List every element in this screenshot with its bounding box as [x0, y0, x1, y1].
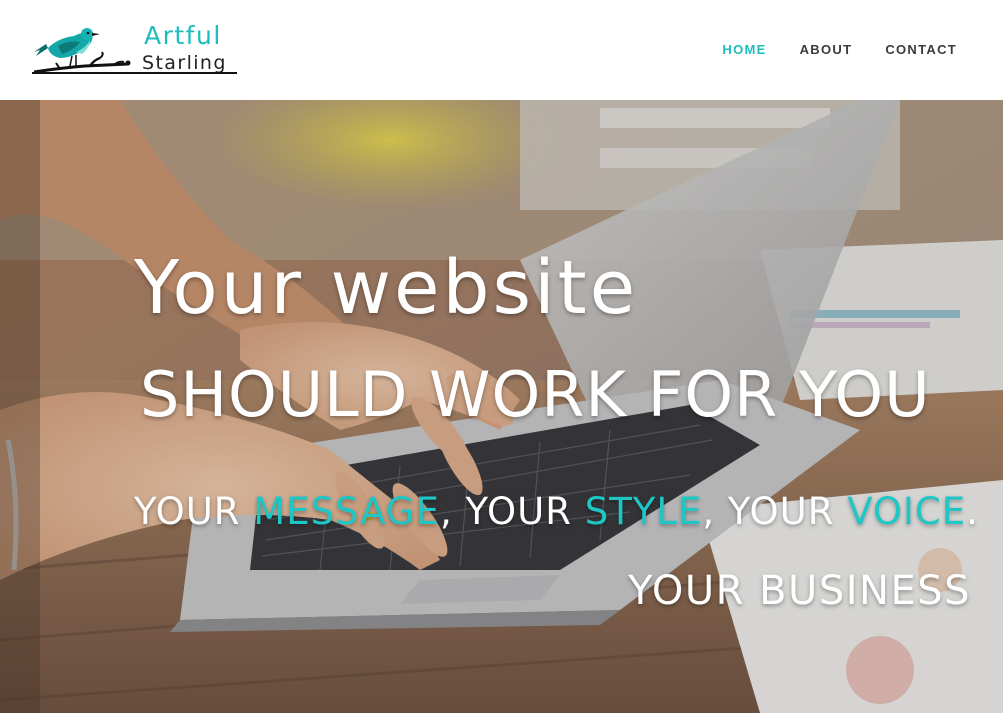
tagline-highlight-message: MESSAGE — [253, 490, 440, 533]
hero-subheadline: SHOULD WORK FOR YOU — [140, 358, 931, 431]
nav-contact-link[interactable]: CONTACT — [885, 40, 957, 60]
bird-on-branch-icon — [33, 28, 131, 74]
nav-home-link[interactable]: HOME — [722, 40, 766, 60]
tagline-highlight-voice: VOICE — [847, 490, 967, 533]
tagline-part-3: , YOUR — [702, 490, 848, 533]
tagline-part-4: . — [966, 490, 979, 533]
main-nav: HOME ABOUT CONTACT — [722, 40, 957, 60]
site-header: Artful Starling HOME ABOUT CONTACT — [0, 0, 1003, 100]
brand-name-starling: Starling — [142, 52, 227, 74]
logo-underline — [32, 72, 237, 74]
tagline-highlight-style: STYLE — [584, 490, 703, 533]
hero-closing-line: YOUR BUSINESS — [628, 568, 971, 614]
tagline-part-2: , YOUR — [439, 490, 585, 533]
hero-section: Your website SHOULD WORK FOR YOU YOUR ME… — [0, 100, 1003, 713]
tagline-part-1: YOUR — [134, 490, 254, 533]
brand-name-artful: Artful — [144, 21, 222, 50]
hero-headline: Your website — [134, 245, 639, 331]
hero-tagline: YOUR MESSAGE, YOUR STYLE, YOUR VOICE. — [134, 487, 979, 537]
nav-about-link[interactable]: ABOUT — [800, 40, 853, 60]
site-logo[interactable]: Artful Starling — [30, 22, 240, 78]
